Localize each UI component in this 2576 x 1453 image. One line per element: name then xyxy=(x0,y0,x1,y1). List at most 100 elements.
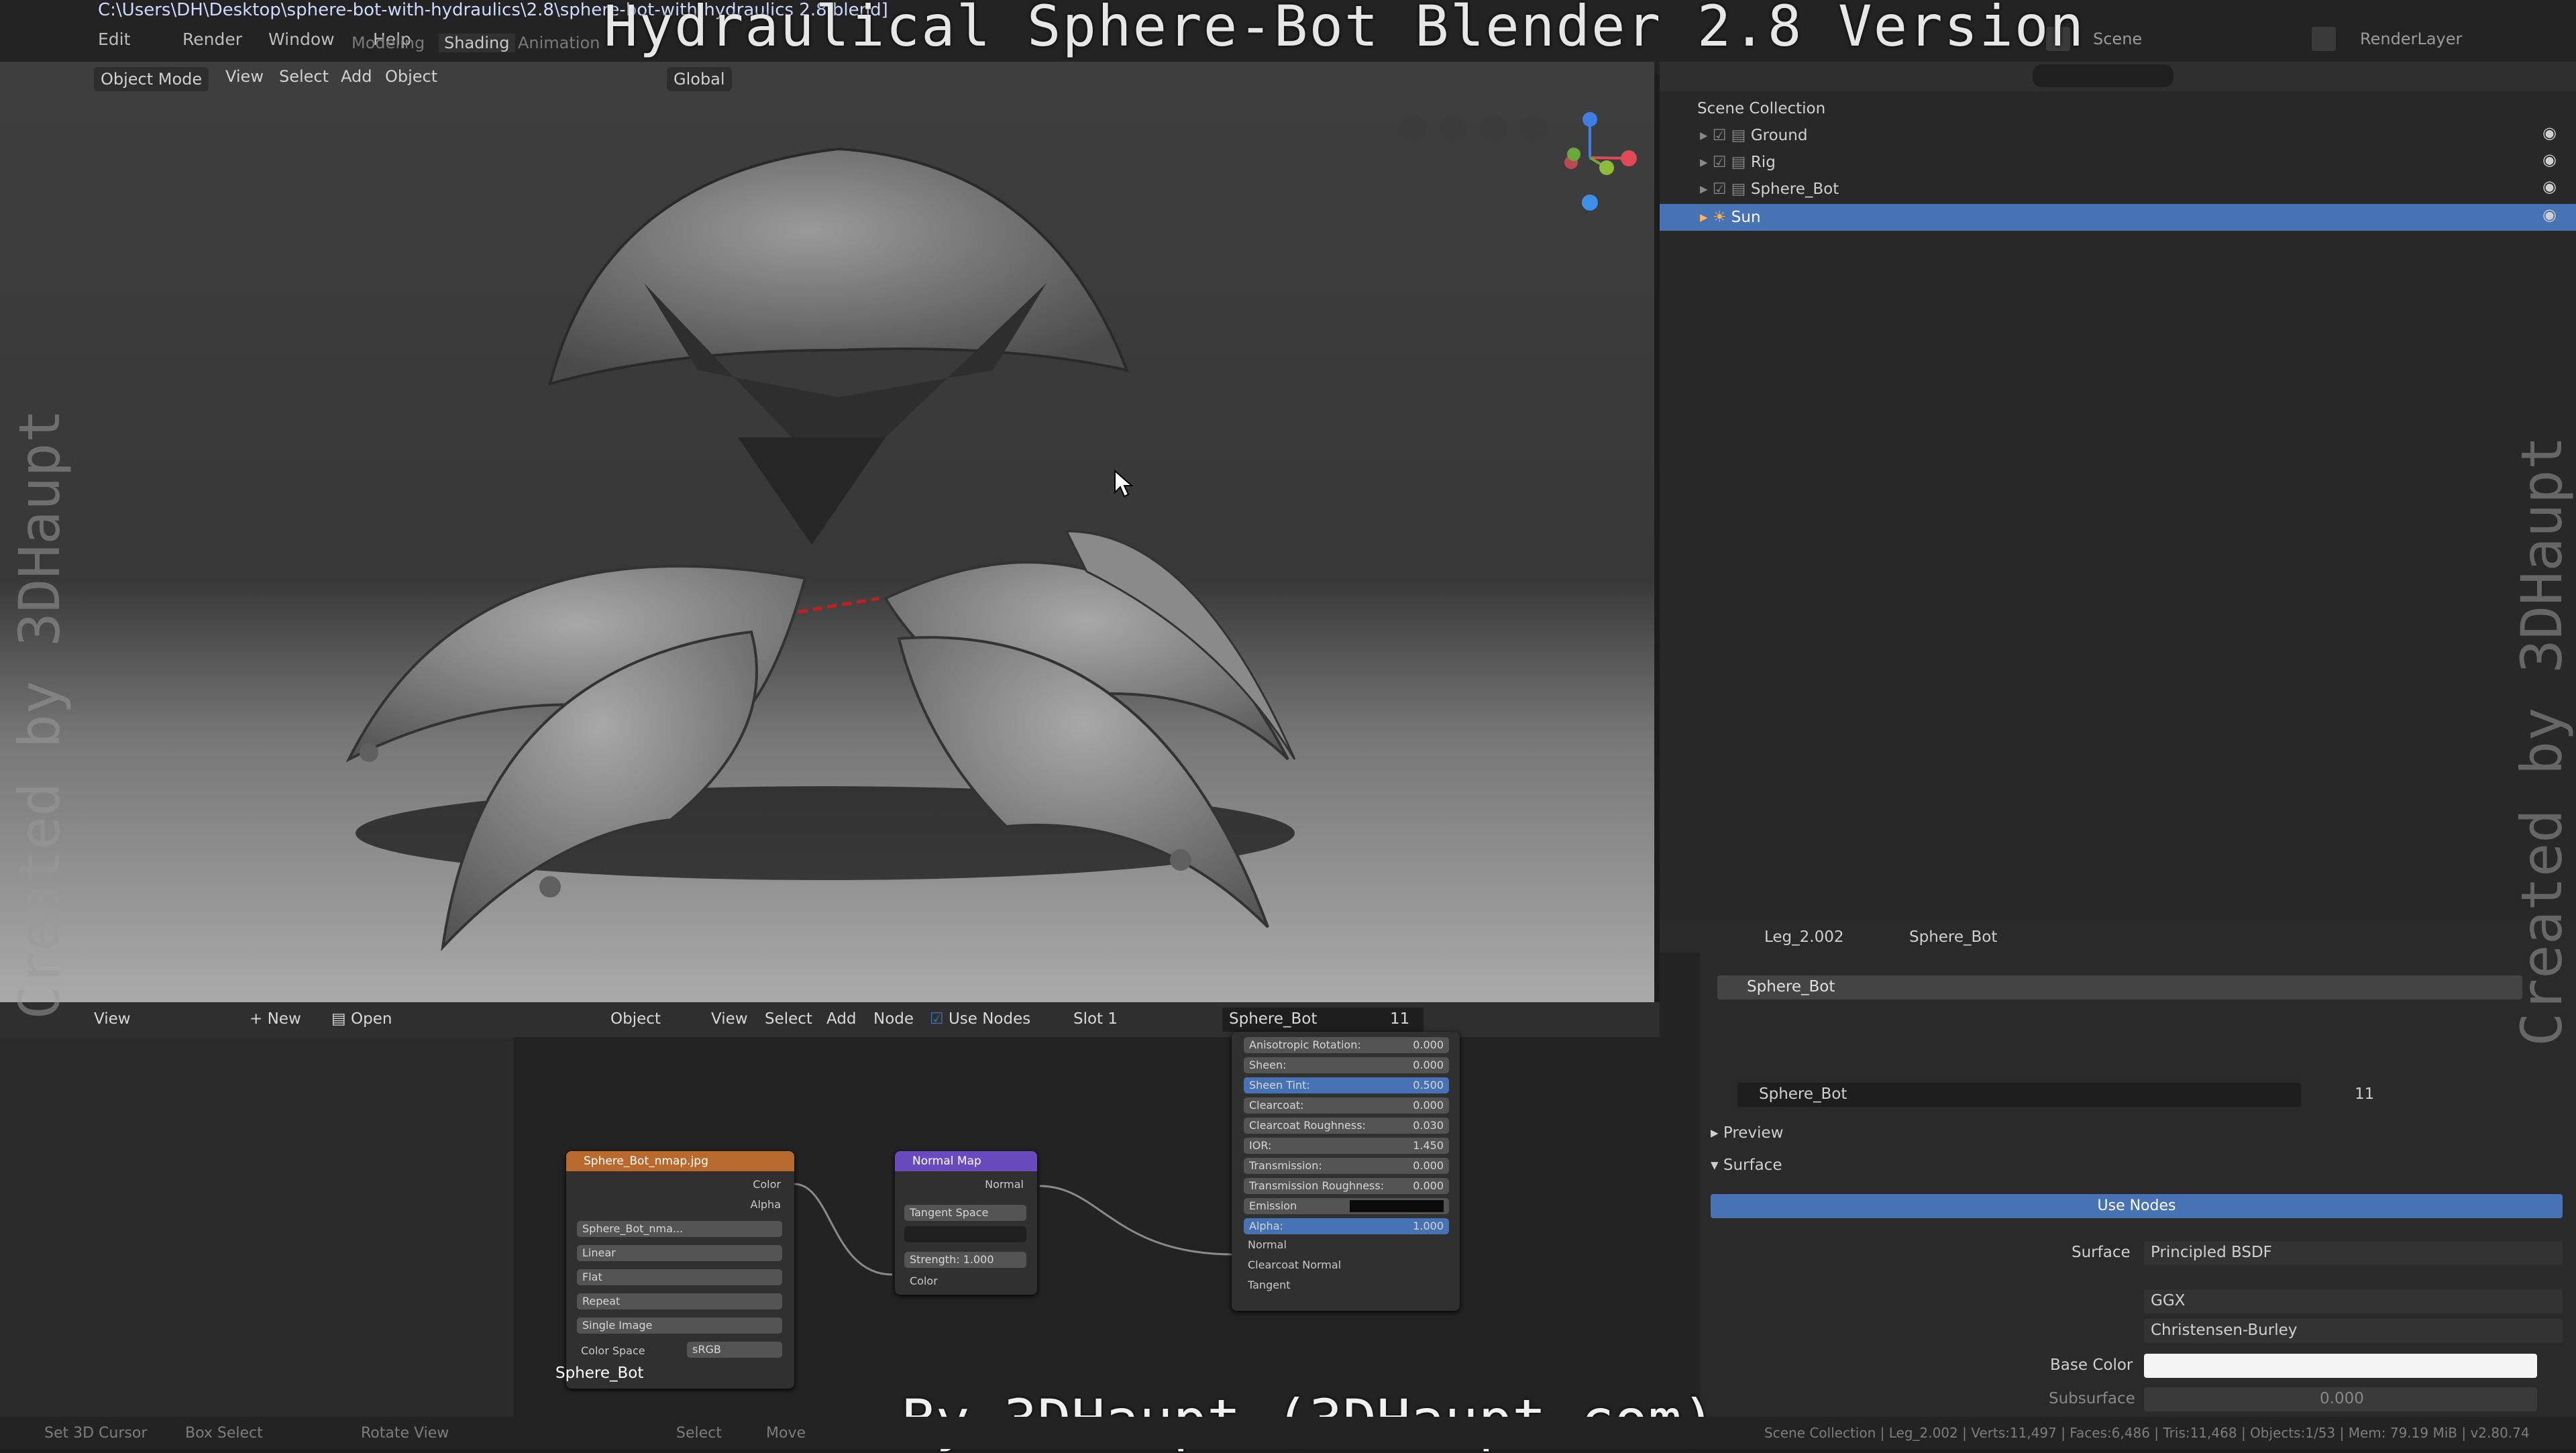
bsdf-row[interactable]: Clearcoat: 0.000 xyxy=(1244,1097,1449,1114)
eye-icon[interactable]: ◉ xyxy=(2542,123,2557,142)
bsdf-socket-label: Clearcoat Normal xyxy=(1248,1258,1342,1271)
menu-edit[interactable]: Edit xyxy=(98,30,130,49)
viewport-menu-view[interactable]: View xyxy=(225,67,264,86)
panel-preview-label: Preview xyxy=(1723,1124,1784,1142)
eye-icon[interactable]: ◉ xyxy=(2542,177,2557,196)
bsdf-row[interactable]: IOR: 1.450 xyxy=(1244,1138,1449,1154)
outliner-search-input[interactable] xyxy=(2033,64,2174,87)
bsdf-row[interactable]: Alpha: 1.000 xyxy=(1244,1218,1449,1234)
slot-selector[interactable]: Slot 1 xyxy=(1073,1010,1118,1028)
watermark-left: Created by 3DHaupt xyxy=(7,409,72,1020)
navigation-gizmo[interactable] xyxy=(1536,101,1650,215)
bsdf-row-label: Sheen Tint: xyxy=(1249,1079,1310,1091)
bsdf-row-value: 0.000 xyxy=(1413,1099,1444,1112)
normal-node-strength-field[interactable]: Strength: 1.000 xyxy=(904,1252,1026,1268)
outliner-item-label: Rig xyxy=(1750,154,1776,171)
bsdf-row[interactable]: Transmission Roughness: 0.000 xyxy=(1244,1178,1449,1194)
viewport-menu-select[interactable]: Select xyxy=(279,67,329,86)
bsdf-row-label: Clearcoat: xyxy=(1249,1099,1304,1112)
image-node-projection[interactable]: Flat xyxy=(577,1269,782,1285)
outliner-row-highlight xyxy=(1660,204,2576,231)
node-editor-menu-node[interactable]: Node xyxy=(873,1010,914,1028)
node-editor-mode[interactable]: Object xyxy=(610,1010,661,1028)
normal-node-space[interactable]: Tangent Space xyxy=(904,1205,1026,1221)
panel-surface-header[interactable]: ▾ Surface xyxy=(1711,1156,1782,1174)
eye-icon[interactable]: ◉ xyxy=(2542,205,2557,224)
outliner-item-ground[interactable]: ▸ ☑ ▤ Ground xyxy=(1700,122,1807,149)
status-hint-select: Select xyxy=(676,1425,722,1442)
node-editor-menu-select[interactable]: Select xyxy=(765,1010,812,1028)
normal-map-node[interactable]: Normal Map Normal Tangent Space Strength… xyxy=(895,1151,1037,1295)
eye-icon[interactable]: ◉ xyxy=(2542,150,2557,169)
bsdf-row[interactable]: Emission xyxy=(1244,1198,1449,1214)
outliner-item-label: Ground xyxy=(1750,127,1808,144)
render-layer-selector[interactable]: RenderLayer xyxy=(2360,30,2462,48)
bsdf-row[interactable]: Sheen: 0.000 xyxy=(1244,1057,1449,1073)
node-editor-menu-add[interactable]: Add xyxy=(826,1010,857,1028)
properties-tabs[interactable] xyxy=(1660,953,1700,1430)
material-slot-list[interactable] xyxy=(1717,975,2522,1000)
subsurface-label: Subsurface xyxy=(2049,1390,2135,1407)
outliner-root-label: Scene Collection xyxy=(1697,100,1826,117)
outliner-item-label: Sphere_Bot xyxy=(1750,180,1839,198)
use-nodes-checkbox[interactable]: ☑ Use Nodes xyxy=(930,1010,1030,1028)
image-node-output-color: Color xyxy=(753,1178,781,1191)
use-nodes-button[interactable]: Use Nodes xyxy=(1711,1194,2563,1218)
watermark-right: Created by 3DHaupt xyxy=(2509,435,2575,1046)
image-editor-menu-view[interactable]: View xyxy=(94,1010,131,1028)
bsdf-row[interactable]: Clearcoat Roughness: 0.030 xyxy=(1244,1118,1449,1134)
mode-selector[interactable]: Object Mode xyxy=(94,67,209,91)
emission-color-swatch[interactable] xyxy=(1350,1200,1444,1212)
image-node-interpolation[interactable]: Linear xyxy=(577,1245,782,1261)
tab-modeling[interactable]: Modeling xyxy=(352,34,425,52)
camera-icon[interactable] xyxy=(1440,115,1466,142)
node-editor-corner-label: Sphere_Bot xyxy=(555,1364,644,1382)
bsdf-row-label: IOR: xyxy=(1249,1139,1272,1152)
menu-render[interactable]: Render xyxy=(182,30,242,49)
tab-shading[interactable]: Shading xyxy=(439,34,515,52)
outliner-item-sun[interactable]: ▸ ☀ Sun xyxy=(1700,204,1761,231)
node-editor-menu-view[interactable]: View xyxy=(711,1010,748,1028)
image-editor-panel[interactable] xyxy=(0,1002,514,1430)
render-layer-icon xyxy=(2312,27,2336,51)
image-node-image-field[interactable]: Sphere_Bot_nma... xyxy=(577,1221,782,1237)
material-users-count: 11 xyxy=(2355,1085,2375,1103)
status-hint-cursor: Set 3D Cursor xyxy=(44,1425,148,1442)
distribution-selector[interactable] xyxy=(2144,1289,2563,1313)
mouse-cursor-icon xyxy=(1114,470,1134,498)
status-hint-rotate: Rotate View xyxy=(361,1425,449,1442)
image-texture-node[interactable]: Sphere_Bot_nmap.jpg Color Alpha Sphere_B… xyxy=(566,1151,794,1389)
panel-surface-label: Surface xyxy=(1723,1156,1782,1174)
node-material-name: Sphere_Bot xyxy=(1229,1010,1318,1028)
normal-node-uv-field[interactable] xyxy=(904,1226,1026,1242)
open-image-button[interactable]: ▤ Open xyxy=(331,1010,392,1028)
tab-animation[interactable]: Animation xyxy=(518,34,600,52)
new-image-button[interactable]: + New xyxy=(250,1010,301,1028)
panel-preview-header[interactable]: ▸ Preview xyxy=(1711,1124,1783,1142)
node-material-users: 11 xyxy=(1390,1010,1410,1028)
bsdf-row[interactable]: Anisotropic Rotation: 0.000 xyxy=(1244,1037,1449,1053)
principled-bsdf-node[interactable]: Anisotropic Rotation: 0.000 Sheen: 0.000 She… xyxy=(1232,1032,1460,1311)
menu-window[interactable]: Window xyxy=(268,30,335,49)
bsdf-row-value: 1.450 xyxy=(1413,1139,1444,1152)
bsdf-row-value: 0.000 xyxy=(1413,1179,1444,1192)
viewport-menu-object[interactable]: Object xyxy=(385,67,437,86)
image-node-extension[interactable]: Repeat xyxy=(577,1293,782,1309)
material-slot-item[interactable]: Sphere_Bot xyxy=(1747,978,1835,995)
image-node-image-name: Sphere_Bot_nma... xyxy=(582,1222,684,1235)
base-color-swatch[interactable] xyxy=(2144,1354,2537,1378)
outliner-item-sphere-bot[interactable]: ▸ ☑ ▤ Sphere_Bot xyxy=(1700,176,1839,203)
bsdf-row[interactable]: Sheen Tint: 0.500 xyxy=(1244,1077,1449,1093)
transform-orientation[interactable]: Global xyxy=(667,67,732,91)
bsdf-row[interactable]: Transmission: 0.000 xyxy=(1244,1158,1449,1174)
viewport-menu-add[interactable]: Add xyxy=(341,67,372,86)
bsdf-row-value: 1.000 xyxy=(1413,1220,1444,1232)
outliner-item-rig[interactable]: ▸ ☑ ▤ Rig xyxy=(1700,149,1776,176)
scene-selector[interactable]: Scene xyxy=(2093,30,2142,48)
image-node-source[interactable]: Single Image xyxy=(577,1317,782,1334)
image-node-color-space[interactable]: sRGB xyxy=(687,1342,782,1358)
3d-viewport[interactable] xyxy=(0,62,1654,1002)
new-image-label: New xyxy=(267,1010,301,1028)
grid-icon[interactable] xyxy=(1399,115,1426,142)
hand-pan-icon[interactable] xyxy=(1480,115,1507,142)
